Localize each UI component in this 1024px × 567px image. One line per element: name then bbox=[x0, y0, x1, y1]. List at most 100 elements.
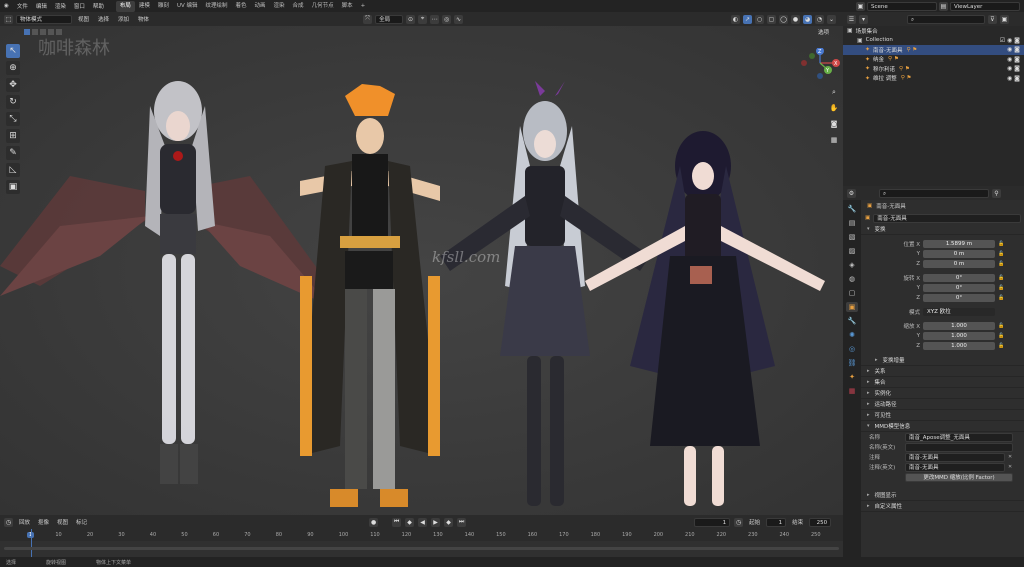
shading-options-icon[interactable]: ⌄ bbox=[827, 14, 836, 24]
zoom-icon[interactable]: ⌕ bbox=[828, 86, 840, 98]
lock-icon[interactable]: 🔓 bbox=[998, 275, 1004, 281]
transform-tool-icon[interactable]: ⊞ bbox=[6, 129, 20, 143]
menu-select[interactable]: 选择 bbox=[95, 15, 112, 23]
outliner-row-0[interactable]: ✦ 南音-无面具 ⚲ ⚑ ◉ ◙ bbox=[843, 45, 1024, 55]
tab-compositing[interactable]: 合成 bbox=[289, 1, 308, 12]
shading-solid-icon[interactable]: ● bbox=[791, 14, 800, 24]
new-collection-icon[interactable]: ▣ bbox=[1000, 14, 1009, 24]
pivot-icon[interactable]: ⊙ bbox=[406, 14, 416, 24]
row-visibility-icon[interactable]: ◉ ◙ bbox=[1007, 46, 1020, 53]
tab-shading[interactable]: 着色 bbox=[232, 1, 251, 12]
row-visibility-icon[interactable]: ◉ ◙ bbox=[1007, 56, 1020, 63]
options-button[interactable]: 选项 bbox=[818, 28, 829, 36]
lock-icon[interactable]: 🔓 bbox=[998, 295, 1004, 301]
viewport-display-section[interactable]: ▸ 视图显示 bbox=[861, 490, 1024, 501]
location-x-field[interactable]: 1.5899 m bbox=[923, 240, 995, 248]
menu-playback[interactable]: 回放 bbox=[17, 518, 32, 526]
row-visibility-icon[interactable]: ◉ ◙ bbox=[1007, 75, 1020, 82]
mmd-comment-e-field[interactable]: 南音-无面具 bbox=[905, 462, 1005, 472]
object-tab-icon[interactable]: ▣ bbox=[846, 302, 858, 312]
outliner-row-2[interactable]: ✦ 穆尔利诺 ⚲ ⚑ ◉ ◙ bbox=[843, 64, 1024, 74]
constraints-tab-icon[interactable]: ⛓ bbox=[846, 358, 858, 368]
proportional-edit-icon[interactable]: ◎ bbox=[442, 14, 452, 24]
clear-icon[interactable]: ✕ bbox=[1008, 454, 1012, 460]
measure-tool-icon[interactable]: ◺ bbox=[6, 163, 20, 177]
shading-render-icon[interactable]: ◔ bbox=[815, 14, 824, 24]
outliner-row-3[interactable]: ✦ 维拉 调整 ⚲ ⚑ ◉ ◙ bbox=[843, 74, 1024, 84]
timeline-editor-icon[interactable]: ◷ bbox=[4, 517, 13, 527]
snap-icon[interactable]: ⌖ bbox=[418, 14, 428, 24]
transform-section-header[interactable]: ▾ 变换 bbox=[861, 224, 1024, 235]
cursor-tool-icon[interactable]: ⊕ bbox=[6, 61, 20, 75]
location-z-field[interactable]: 0 m bbox=[923, 260, 995, 268]
menu-edit[interactable]: 编辑 bbox=[32, 2, 51, 10]
menu-render[interactable]: 渲染 bbox=[51, 2, 70, 10]
lock-icon[interactable]: 🔓 bbox=[998, 251, 1004, 257]
change-mmd-scale-button[interactable]: 更改MMD 缩放(比例 Factor) bbox=[905, 472, 1013, 482]
relations-section[interactable]: ▸ 关系 bbox=[861, 366, 1024, 377]
rotation-mode-select[interactable]: XYZ 欧拉 bbox=[923, 308, 995, 316]
view-layer-tab-icon[interactable]: ▨ bbox=[846, 246, 858, 256]
scale-x-field[interactable]: 1.000 bbox=[923, 322, 995, 330]
timeline-scrollbar[interactable] bbox=[4, 547, 839, 550]
collection-visibility-icon[interactable]: ☑ ◉ ◙ bbox=[1000, 37, 1020, 44]
end-frame-field[interactable]: 250 bbox=[809, 517, 832, 527]
collection-tab-icon[interactable]: ▢ bbox=[846, 288, 858, 298]
blender-logo-icon[interactable]: ◉ bbox=[0, 3, 13, 9]
lock-icon[interactable]: 🔓 bbox=[998, 285, 1004, 291]
delta-transform-section[interactable]: ▸ 变换增量 bbox=[861, 355, 1024, 366]
jump-start-icon[interactable]: ⏮ bbox=[392, 517, 402, 527]
scene-collection-row[interactable]: ▣ 场景集合 bbox=[843, 26, 1024, 36]
mmd-name-e-field[interactable] bbox=[905, 442, 1013, 452]
collection-row[interactable]: ▣ Collection ☑ ◉ ◙ bbox=[843, 36, 1024, 46]
output-tab-icon[interactable]: ▧ bbox=[846, 232, 858, 242]
particles-tab-icon[interactable]: ✺ bbox=[846, 330, 858, 340]
move-tool-icon[interactable]: ✥ bbox=[6, 78, 20, 92]
menu-object[interactable]: 物体 bbox=[135, 15, 152, 23]
row-visibility-icon[interactable]: ◉ ◙ bbox=[1007, 65, 1020, 72]
scene-tab-icon[interactable]: ◈ bbox=[846, 260, 858, 270]
display-mode-icon[interactable]: ▾ bbox=[859, 14, 868, 24]
menu-window[interactable]: 窗口 bbox=[70, 2, 89, 10]
view-layer-selector[interactable]: ViewLayer bbox=[950, 1, 1020, 11]
tab-texture-paint[interactable]: 纹理绘制 bbox=[201, 1, 231, 12]
rotation-x-field[interactable]: 0° bbox=[923, 274, 995, 282]
properties-editor-icon[interactable]: ⚙ bbox=[847, 188, 856, 198]
tool-tab-icon[interactable]: 🔧 bbox=[846, 204, 858, 214]
instancing-section[interactable]: ▸ 实例化 bbox=[861, 388, 1024, 399]
tab-geometry-nodes[interactable]: 几何节点 bbox=[308, 1, 338, 12]
camera-icon[interactable]: ◙ bbox=[828, 118, 840, 130]
custom-properties-section[interactable]: ▸ 自定义属性 bbox=[861, 501, 1024, 512]
lock-icon[interactable]: 🔓 bbox=[998, 261, 1004, 267]
lock-icon[interactable]: 🔓 bbox=[998, 323, 1004, 329]
scene-selector[interactable]: Scene bbox=[867, 1, 937, 11]
menu-keying[interactable]: 抠像 bbox=[36, 518, 51, 526]
shading-material-icon[interactable]: ◕ bbox=[803, 14, 812, 24]
motion-paths-section[interactable]: ▸ 运动路径 bbox=[861, 399, 1024, 410]
falloff-icon[interactable]: ∿ bbox=[454, 14, 464, 24]
menu-view[interactable]: 视图 bbox=[75, 15, 92, 23]
collections-section[interactable]: ▸ 集合 bbox=[861, 377, 1024, 388]
annotate-tool-icon[interactable]: ✎ bbox=[6, 146, 20, 160]
filter-icon[interactable]: ⊽ bbox=[988, 14, 997, 24]
timeline-ruler[interactable]: 1102030405060708090100110120130140150160… bbox=[0, 529, 843, 541]
add-workspace-icon[interactable]: + bbox=[357, 1, 370, 12]
texture-tab-icon[interactable]: ▦ bbox=[846, 386, 858, 396]
snap-settings-icon[interactable]: ⋯ bbox=[430, 14, 440, 24]
editor-type-icon[interactable]: ⬚ bbox=[4, 14, 13, 24]
xray-icon[interactable]: ▢ bbox=[767, 14, 776, 24]
modifier-tab-icon[interactable]: 🔧 bbox=[846, 316, 858, 326]
outliner-editor-icon[interactable]: ☰ bbox=[847, 14, 856, 24]
tab-sculpting[interactable]: 雕刻 bbox=[154, 1, 173, 12]
current-frame-field[interactable]: 1 bbox=[694, 517, 731, 527]
timeline-track[interactable] bbox=[0, 529, 843, 557]
tab-animation[interactable]: 动画 bbox=[251, 1, 270, 12]
visibility-section[interactable]: ▸ 可见性 bbox=[861, 410, 1024, 421]
render-tab-icon[interactable]: ▤ bbox=[846, 218, 858, 228]
tab-layout[interactable]: 布局 bbox=[115, 0, 135, 12]
play-reverse-icon[interactable]: ◀ bbox=[418, 517, 428, 527]
outliner-search-input[interactable]: ⌕ bbox=[907, 14, 985, 24]
add-cube-tool-icon[interactable]: ▣ bbox=[6, 180, 20, 194]
rotate-tool-icon[interactable]: ↻ bbox=[6, 95, 20, 109]
lock-icon[interactable]: 🔓 bbox=[998, 333, 1004, 339]
